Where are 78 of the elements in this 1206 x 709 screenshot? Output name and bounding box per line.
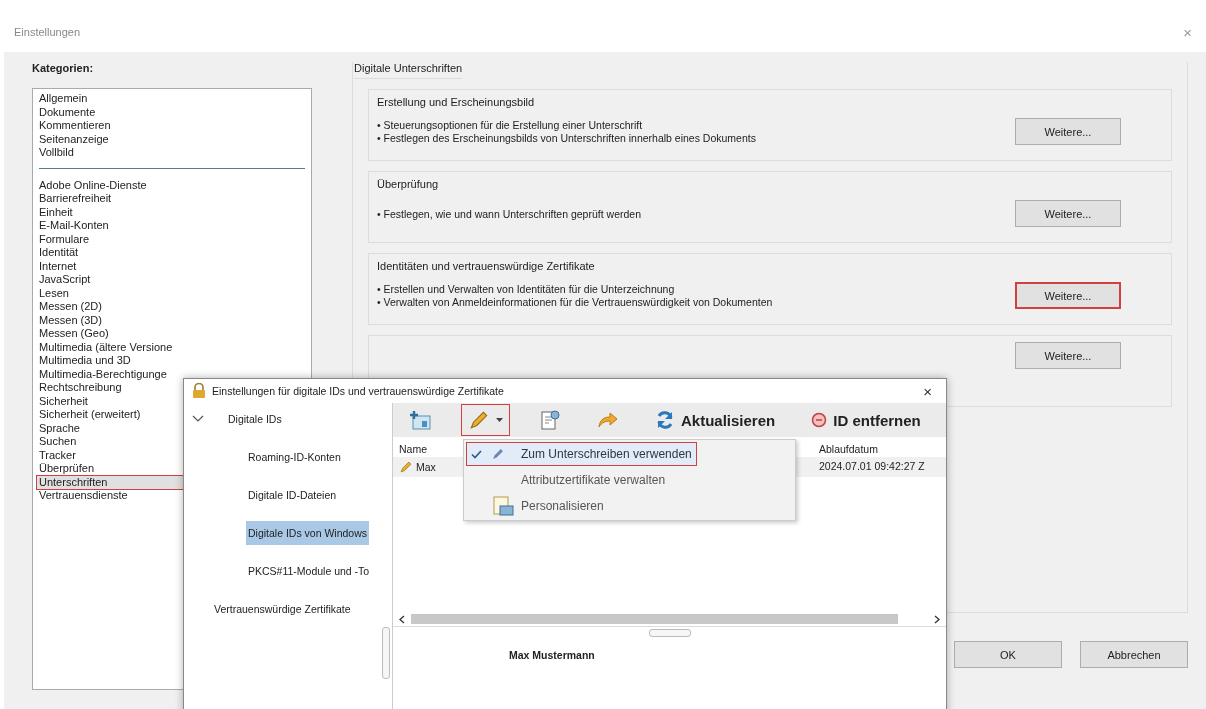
category-item[interactable]: Multimedia und 3D xyxy=(37,354,133,368)
dialog-button[interactable]: Abbrechen xyxy=(1080,641,1188,668)
categories-label: Kategorien: xyxy=(32,62,95,74)
tree-item[interactable]: Digitale IDs xyxy=(226,407,284,431)
menu-item[interactable]: Zum Unterschreiben verwenden xyxy=(467,443,696,465)
refresh-icon xyxy=(655,410,675,430)
category-item[interactable]: Messen (2D) xyxy=(37,300,104,314)
lock-icon xyxy=(192,383,206,399)
toolbar-button[interactable]: ID entfernen xyxy=(804,406,928,434)
chevron-down-icon[interactable] xyxy=(192,415,204,423)
section-title: Überprüfung xyxy=(377,178,440,190)
category-item[interactable]: Lesen xyxy=(37,286,71,300)
more-button[interactable]: Weitere... xyxy=(1015,118,1121,145)
bullet-text: • Verwalten von Anmeldeinformationen für die Vertrauenswürdigkeit von Dokumenten xyxy=(377,296,773,308)
splitter-handle[interactable] xyxy=(381,627,390,679)
category-item[interactable]: Dokumente xyxy=(37,105,98,119)
tree-item[interactable]: PKCS#11-Module und -To xyxy=(246,559,372,583)
toolbar-button[interactable]: Aktualisieren xyxy=(648,405,783,435)
scroll-right-icon[interactable] xyxy=(934,614,940,624)
category-item[interactable]: Messen (3D) xyxy=(37,313,104,327)
category-item[interactable]: Multimedia (ältere Versione xyxy=(37,340,175,354)
category-item[interactable]: Multimedia-Berechtigunge xyxy=(37,367,169,381)
pen-icon xyxy=(491,447,505,461)
certificate-icon xyxy=(539,409,561,431)
category-item[interactable]: Kommentieren xyxy=(37,119,113,133)
close-button[interactable]: × xyxy=(917,381,938,401)
bullet-text: • Festlegen, wie und wann Unterschriften geprüft werden xyxy=(377,207,641,220)
scroll-left-icon[interactable] xyxy=(399,614,405,624)
category-item[interactable]: Internet xyxy=(37,259,79,273)
category-item[interactable]: Überprüfen xyxy=(37,462,97,476)
more-button[interactable]: Weitere... xyxy=(1015,200,1121,227)
pen-icon xyxy=(468,409,490,431)
category-item[interactable]: Einheit xyxy=(37,205,75,219)
category-item[interactable]: Messen (Geo) xyxy=(37,327,111,341)
remove-icon xyxy=(811,412,828,428)
more-button[interactable]: Weitere... xyxy=(1015,282,1121,309)
category-item[interactable]: Sicherheit xyxy=(37,394,90,408)
category-item[interactable]: Vertrauensdienste xyxy=(37,489,130,503)
pen-dropdown-button[interactable] xyxy=(461,404,510,436)
category-item[interactable]: Suchen xyxy=(37,435,79,449)
section-title: Identitäten und vertrauenswürdige Zertifikate xyxy=(377,260,596,272)
pen-icon xyxy=(399,460,413,474)
category-item[interactable]: Formulare xyxy=(37,232,92,246)
column-header[interactable]: Ablaufdatum xyxy=(819,443,878,455)
tree-item[interactable]: Vertrauenswürdige Zertifikate xyxy=(212,597,353,621)
bullet-text: • Steuerungsoptionen für die Erstellung einer Unterschrift xyxy=(377,119,644,131)
dialog-title: Einstellungen für digitale IDs und vertrauenswürdige Zertifikate xyxy=(212,385,505,397)
tree-item[interactable]: Roaming-ID-Konten xyxy=(246,445,343,469)
more-button[interactable]: Weitere... xyxy=(1015,342,1121,369)
category-item[interactable]: JavaScript xyxy=(37,273,93,287)
bullet-text: • Festlegen des Erscheinungsbilds von Unterschriften innerhalb eines Dokuments xyxy=(377,132,756,144)
table-cell: 2024.07.01 09:42:27 Z xyxy=(819,460,925,474)
category-item[interactable]: Adobe Online-Dienste xyxy=(37,178,149,192)
group-title: Digitale Unterschriften xyxy=(354,62,463,79)
table-cell: Max xyxy=(416,461,436,473)
splitter-handle[interactable] xyxy=(648,629,691,637)
menu-item[interactable]: Personalisieren xyxy=(467,495,608,517)
tree-item[interactable]: Digitale IDs von Windows xyxy=(246,521,370,545)
category-item[interactable]: Allgemein xyxy=(37,92,90,106)
category-item[interactable]: Vollbild xyxy=(37,146,76,160)
caret-icon xyxy=(496,417,503,423)
arrow-icon xyxy=(597,411,619,429)
menu-item[interactable]: Attributzertifikate verwalten xyxy=(467,469,670,491)
add-id-icon xyxy=(408,409,432,431)
document-icon xyxy=(491,495,515,517)
id-owner-name: Max Mustermann xyxy=(509,649,596,661)
window-title: Einstellungen xyxy=(14,26,82,38)
category-item[interactable]: E-Mail-Konten xyxy=(37,219,111,233)
category-item[interactable]: Tracker xyxy=(37,448,78,462)
section-title: Erstellung und Erscheinungsbild xyxy=(377,96,536,108)
category-item[interactable]: Barrierefreiheit xyxy=(37,192,114,206)
bullet-text: • Erstellen und Verwalten von Identitäten für die Unterzeichnung xyxy=(377,283,676,295)
category-item[interactable]: Sicherheit (erweitert) xyxy=(37,408,143,422)
category-item[interactable]: Identität xyxy=(37,246,81,260)
dialog-button[interactable]: OK xyxy=(954,641,1062,668)
category-item[interactable]: Sprache xyxy=(37,421,82,435)
category-item[interactable]: Rechtschreibung xyxy=(37,381,124,395)
category-item[interactable]: Seitenanzeige xyxy=(37,132,111,146)
